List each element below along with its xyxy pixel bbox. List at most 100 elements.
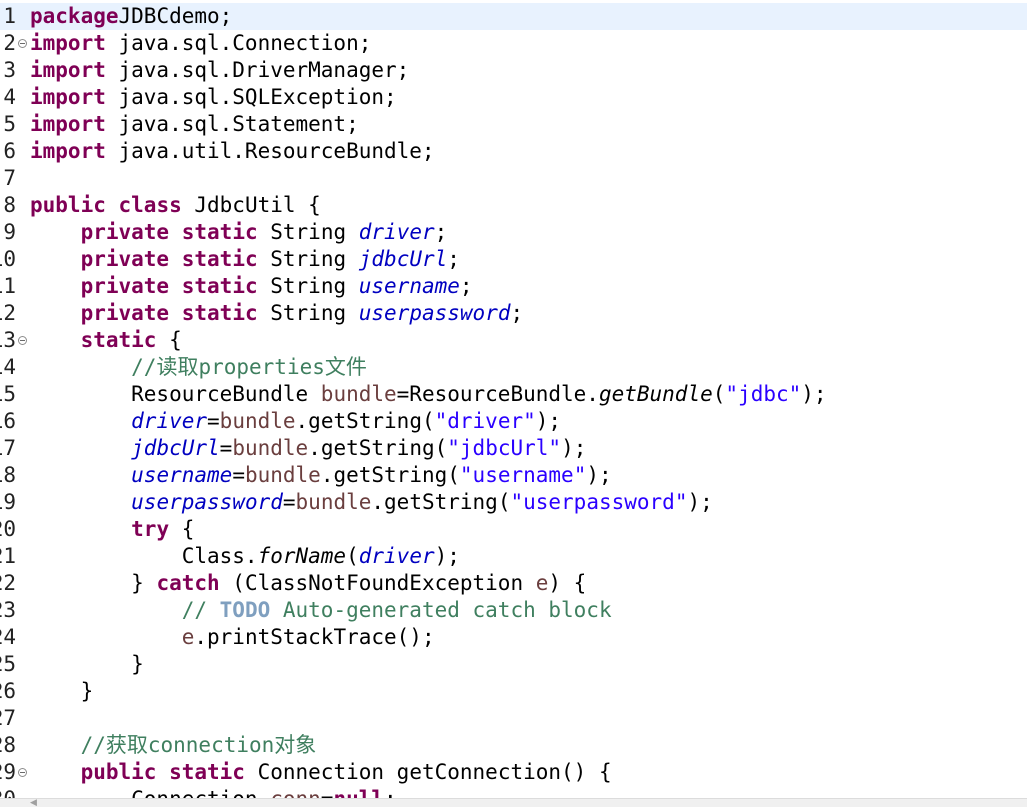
code-token: String — [258, 247, 359, 271]
line-number: 7 — [3, 165, 16, 192]
code-line[interactable]: 3 import java.sql.DriverManager; — [0, 57, 1027, 84]
code-line[interactable]: 18 username=bundle.getString("username")… — [0, 462, 1027, 489]
code-line[interactable]: 6import java.util.ResourceBundle; — [0, 138, 1027, 165]
code-token: e — [182, 625, 195, 649]
code-token: ; — [460, 274, 473, 298]
code-line[interactable]: 14 //读取properties文件 — [0, 354, 1027, 381]
line-number: 22 — [0, 570, 16, 597]
line-gutter: 12 — [0, 300, 28, 327]
code-token: = — [283, 490, 296, 514]
code-line[interactable]: 24 e.printStackTrace(); — [0, 624, 1027, 651]
code-token: bundle — [296, 490, 372, 514]
code-text: //获取connection对象 — [30, 732, 316, 759]
line-number: 23 — [0, 597, 16, 624]
code-line[interactable]: 28 //获取connection对象 — [0, 732, 1027, 759]
horizontal-scrollbar[interactable]: ◀ — [0, 798, 1027, 807]
line-number: 19 — [0, 489, 16, 516]
line-gutter: 10 — [0, 246, 28, 273]
code-line[interactable]: 12 private static String userpassword; — [0, 300, 1027, 327]
code-token: java.sql.DriverManager; — [106, 58, 409, 82]
code-line[interactable]: 10 private static String jdbcUrl; — [0, 246, 1027, 273]
code-line[interactable]: 22 } catch (ClassNotFoundException e) { — [0, 570, 1027, 597]
code-token: java.sql.Connection; — [106, 31, 372, 55]
code-token — [30, 355, 131, 379]
code-token: static — [182, 301, 258, 325]
code-token: static — [182, 247, 258, 271]
code-token: String — [258, 301, 359, 325]
line-gutter: 22 — [0, 570, 28, 597]
code-token: .getString( — [371, 490, 510, 514]
code-token: userpassword — [131, 490, 283, 514]
code-token: private — [81, 247, 170, 271]
line-gutter: 27 — [0, 705, 28, 732]
code-line[interactable]: 29 public static Connection getConnectio… — [0, 759, 1027, 786]
code-token: class — [119, 193, 182, 217]
code-line[interactable]: 20 try { — [0, 516, 1027, 543]
code-token: //读取properties文件 — [131, 355, 367, 379]
line-number: 17 — [0, 435, 16, 462]
code-editor[interactable]: 1packageJDBCdemo;2import java.sql.Connec… — [0, 0, 1027, 807]
code-token — [106, 193, 119, 217]
line-gutter: 28 — [0, 732, 28, 759]
code-token — [169, 274, 182, 298]
line-gutter: 24 — [0, 624, 28, 651]
code-token: // — [182, 598, 220, 622]
code-text: import java.sql.DriverManager; — [30, 57, 409, 84]
line-number: 21 — [0, 543, 16, 570]
code-line[interactable]: 26 } — [0, 678, 1027, 705]
code-line[interactable]: 23 // TODO Auto-generated catch block — [0, 597, 1027, 624]
code-line[interactable]: 19 userpassword=bundle.getString("userpa… — [0, 489, 1027, 516]
code-token: e — [536, 571, 549, 595]
line-gutter: 16 — [0, 408, 28, 435]
code-token: Class. — [30, 544, 258, 568]
line-number: 4 — [3, 84, 16, 111]
code-token: (ClassNotFoundException — [220, 571, 536, 595]
line-gutter: 25 — [0, 651, 28, 678]
code-text: private static String driver; — [30, 219, 447, 246]
code-token: try — [131, 517, 169, 541]
code-token — [169, 247, 182, 271]
code-token: static — [169, 760, 245, 784]
code-token: { — [156, 328, 181, 352]
code-token: private — [81, 301, 170, 325]
line-number: 28 — [0, 732, 16, 759]
code-line[interactable]: 21 Class.forName(driver); — [0, 543, 1027, 570]
line-gutter: 15 — [0, 381, 28, 408]
line-gutter: 5 — [0, 111, 28, 138]
code-token: ResourceBundle — [30, 382, 321, 406]
code-line[interactable]: 16 driver=bundle.getString("driver"); — [0, 408, 1027, 435]
code-text: } — [30, 678, 93, 705]
code-line[interactable]: 25 } — [0, 651, 1027, 678]
code-text: private static String userpassword; — [30, 300, 523, 327]
scroll-left-icon[interactable]: ◀ — [30, 799, 37, 807]
code-token: public — [30, 193, 106, 217]
code-line[interactable]: 5import java.sql.Statement; — [0, 111, 1027, 138]
code-token: //获取connection对象 — [81, 733, 317, 757]
code-token: = — [220, 436, 233, 460]
code-line[interactable]: 27 — [0, 705, 1027, 732]
code-line[interactable]: 8public class JdbcUtil { — [0, 192, 1027, 219]
code-token: "jdbc" — [725, 382, 801, 406]
code-line[interactable]: 17 jdbcUrl=bundle.getString("jdbcUrl"); — [0, 435, 1027, 462]
code-line[interactable]: 4import java.sql.SQLException; — [0, 84, 1027, 111]
code-text: packageJDBCdemo; — [30, 3, 232, 30]
code-line[interactable]: 1packageJDBCdemo; — [0, 3, 1027, 30]
line-number: 6 — [3, 138, 16, 165]
code-line[interactable]: 7 — [0, 165, 1027, 192]
fold-collapse-icon[interactable] — [18, 336, 27, 345]
code-line[interactable]: 13 static { — [0, 327, 1027, 354]
code-line[interactable]: 15 ResourceBundle bundle=ResourceBundle.… — [0, 381, 1027, 408]
code-token: userpassword — [359, 301, 511, 325]
fold-collapse-icon[interactable] — [18, 768, 27, 777]
line-gutter: 8 — [0, 192, 28, 219]
code-token: java.util.ResourceBundle; — [106, 139, 435, 163]
fold-collapse-icon[interactable] — [18, 39, 27, 48]
code-line[interactable]: 9 private static String driver; — [0, 219, 1027, 246]
code-token: package — [30, 4, 119, 28]
line-number: 3 — [3, 57, 16, 84]
code-token: driver — [359, 220, 435, 244]
line-gutter: 13 — [0, 327, 28, 354]
code-line[interactable]: 2import java.sql.Connection; — [0, 30, 1027, 57]
line-number: 5 — [3, 111, 16, 138]
code-line[interactable]: 11 private static String username; — [0, 273, 1027, 300]
